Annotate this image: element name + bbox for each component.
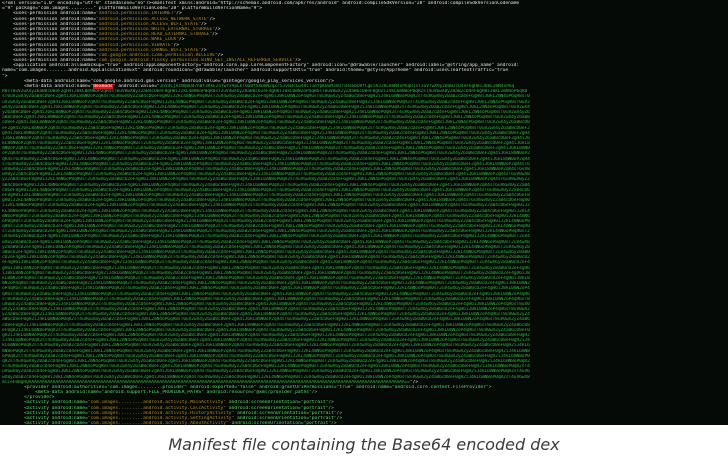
code-token: /> bbox=[209, 16, 215, 22]
manifest-listing: <?xml version="1.0" encoding="utf-8" sta… bbox=[2, 1, 726, 425]
code-token: name="com.images........android.AppCalcu… bbox=[2, 68, 509, 74]
figure-caption: Manifest file containing the Base64 enco… bbox=[168, 435, 560, 454]
code-token: /> bbox=[212, 32, 218, 38]
code-token: /> bbox=[179, 37, 185, 43]
code-screenshot: <?xml version="1.0" encoding="utf-8" sta… bbox=[0, 0, 728, 425]
